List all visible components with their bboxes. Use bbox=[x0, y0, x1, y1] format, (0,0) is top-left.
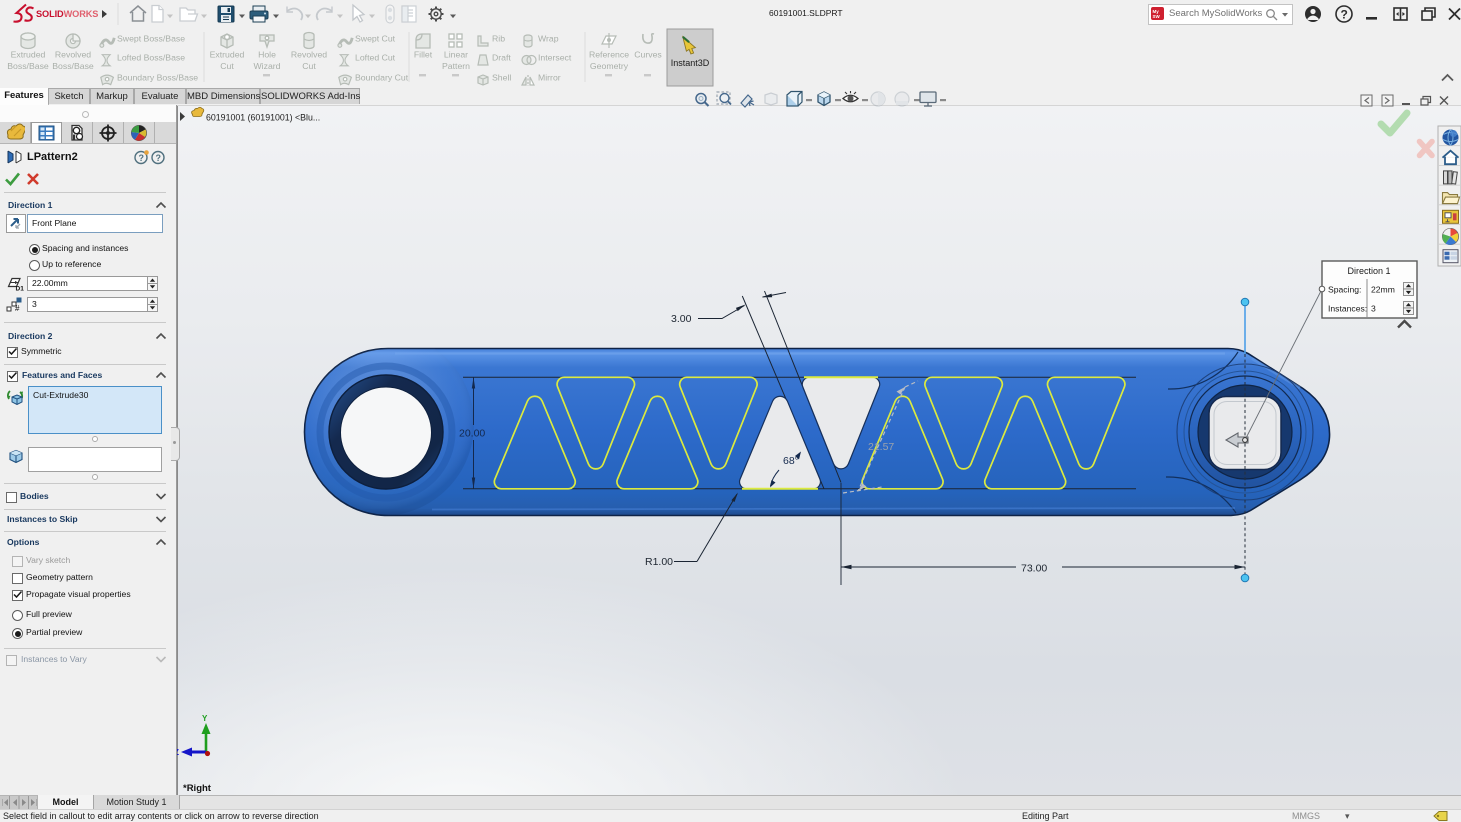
svg-text:D1: D1 bbox=[16, 286, 25, 292]
svg-text:R1.00: R1.00 bbox=[645, 556, 673, 568]
svg-text:Direction 1: Direction 1 bbox=[1347, 266, 1390, 276]
svg-text:Curves: Curves bbox=[634, 50, 662, 60]
svg-text:Reference: Reference bbox=[589, 50, 629, 60]
svg-text:Fillet: Fillet bbox=[414, 50, 433, 60]
svg-text:Rib: Rib bbox=[492, 34, 505, 44]
svg-text:?: ? bbox=[156, 153, 162, 163]
svg-text:Hole: Hole bbox=[258, 50, 276, 60]
svg-text:3: 3 bbox=[1371, 304, 1376, 314]
svg-text:Spacing:: Spacing: bbox=[1328, 285, 1361, 295]
svg-text:Extruded: Extruded bbox=[210, 50, 245, 60]
svg-text:Swept Cut: Swept Cut bbox=[355, 34, 396, 44]
svg-text:Swept Boss/Base: Swept Boss/Base bbox=[117, 34, 185, 44]
svg-text:#: # bbox=[15, 304, 20, 312]
svg-text:Boss/Base: Boss/Base bbox=[7, 61, 49, 71]
svg-text:73.00: 73.00 bbox=[1021, 563, 1047, 575]
svg-text:Mirror: Mirror bbox=[538, 73, 561, 83]
svg-text:Extruded: Extruded bbox=[11, 50, 46, 60]
svg-text:3.00: 3.00 bbox=[671, 313, 692, 325]
svg-text:?: ? bbox=[139, 153, 145, 163]
svg-text:Instances:: Instances: bbox=[1328, 304, 1367, 314]
svg-text:Instant3D: Instant3D bbox=[671, 58, 710, 68]
svg-text:Cut: Cut bbox=[302, 61, 316, 71]
svg-text:20.00: 20.00 bbox=[459, 428, 485, 440]
svg-text:Shell: Shell bbox=[492, 73, 511, 83]
svg-text:21.57: 21.57 bbox=[868, 441, 894, 453]
svg-text:Draft: Draft bbox=[492, 53, 511, 63]
svg-text:Y: Y bbox=[202, 714, 208, 723]
svg-text:Wrap: Wrap bbox=[538, 34, 559, 44]
svg-text:Linear: Linear bbox=[444, 50, 468, 60]
svg-text:Pattern: Pattern bbox=[442, 61, 470, 71]
svg-text:Revolved: Revolved bbox=[291, 50, 327, 60]
svg-text:Boundary Cut: Boundary Cut bbox=[355, 73, 409, 83]
svg-text:22mm: 22mm bbox=[1371, 285, 1395, 295]
svg-text:Cut: Cut bbox=[220, 61, 234, 71]
svg-text:Intersect: Intersect bbox=[538, 53, 572, 63]
svg-text:*Right: *Right bbox=[183, 783, 212, 794]
svg-text:Lofted Boss/Base: Lofted Boss/Base bbox=[117, 53, 185, 63]
svg-text:Wizard: Wizard bbox=[253, 61, 280, 71]
svg-text:Revolved: Revolved bbox=[55, 50, 91, 60]
svg-text:Boundary Boss/Base: Boundary Boss/Base bbox=[117, 73, 198, 83]
svg-text:?: ? bbox=[1341, 8, 1348, 22]
svg-text:Lofted Cut: Lofted Cut bbox=[355, 53, 396, 63]
svg-text:Boss/Base: Boss/Base bbox=[52, 61, 94, 71]
svg-text:Geometry: Geometry bbox=[590, 61, 629, 71]
